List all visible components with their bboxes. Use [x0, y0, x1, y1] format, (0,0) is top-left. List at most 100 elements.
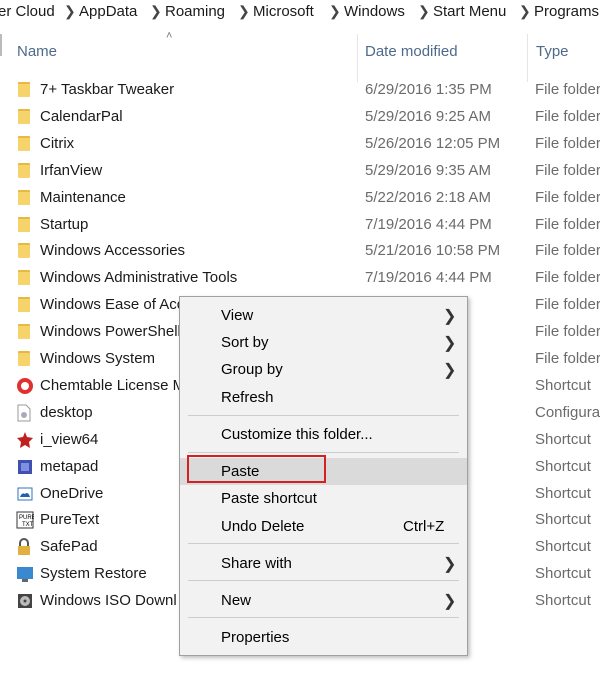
file-name: Windows PowerShell: [40, 323, 181, 341]
file-name: Windows Administrative Tools: [40, 269, 238, 287]
folder-icon: [18, 189, 30, 205]
file-row[interactable]: 7+ Taskbar Tweaker 6/29/2016 1:35 PM File …: [0, 76, 600, 103]
menu-item-properties[interactable]: Properties: [180, 624, 467, 651]
file-name: Startup: [40, 215, 89, 233]
menu-item-undo-delete[interactable]: Undo Delete Ctrl+Z: [180, 513, 467, 540]
menu-item-label: Properties: [221, 629, 290, 646]
file-type: File folder: [535, 81, 600, 98]
file-type: Shortcut: [535, 538, 591, 556]
file-type: Shortcut: [535, 484, 591, 502]
file-row[interactable]: IrfanView 5/29/2016 9:35 AM File folder: [0, 157, 600, 184]
breadcrumb-item-cloud[interactable]: er Cloud: [0, 3, 55, 20]
file-date-modified: 5/29/2016 9:25 AM: [365, 107, 491, 125]
column-header-name[interactable]: Name: [17, 43, 57, 60]
menu-item-new[interactable]: New ❯: [180, 587, 467, 614]
menu-item-view[interactable]: View ❯: [180, 302, 467, 329]
column-header-date[interactable]: Date modified: [365, 43, 458, 60]
file-date-modified: 7/19/2016 4:44 PM: [365, 215, 492, 233]
file-name: Windows Accessories: [40, 242, 186, 260]
file-name: Maintenance: [40, 188, 126, 206]
menu-item-share-with[interactable]: Share with ❯: [180, 550, 467, 577]
sort-ascending-icon: ˄: [166, 30, 173, 42]
puretext-icon: PURE TXT: [16, 511, 36, 529]
chemtable-icon: [16, 377, 34, 394]
menu-item-label: New: [221, 592, 252, 609]
menu-item-sort-by[interactable]: Sort by ❯: [180, 329, 467, 356]
file-row[interactable]: CalendarPal 5/29/2016 9:25 AM File folder: [0, 103, 600, 130]
disc-icon: [16, 592, 34, 609]
menu-item-paste-shortcut[interactable]: Paste shortcut: [180, 485, 467, 512]
submenu-arrow-icon: ❯: [443, 556, 457, 573]
file-type: Shortcut: [535, 457, 591, 475]
menu-item-group-by[interactable]: Group by ❯: [180, 356, 467, 383]
file-row[interactable]: Citrix 5/26/2016 12:05 PM File folder: [0, 130, 600, 157]
submenu-arrow-icon: ❯: [443, 362, 457, 379]
file-type: Shortcut: [535, 592, 591, 610]
breadcrumb: er Cloud ❯ AppData ❯ Roaming ❯ Microsoft…: [0, 0, 600, 24]
file-type: File folder: [535, 134, 600, 152]
folder-icon: [18, 82, 30, 97]
menu-item-label: Share with: [221, 555, 292, 572]
breadcrumb-item-windows[interactable]: Windows: [344, 3, 405, 20]
file-row[interactable]: Windows Accessories 5/21/2016 10:58 PM Fil…: [0, 237, 600, 264]
submenu-arrow-icon: ❯: [443, 308, 457, 325]
chevron-right-icon[interactable]: ❯: [329, 3, 341, 20]
menu-separator: [188, 580, 459, 581]
file-name: 7+ Taskbar Tweaker: [40, 81, 175, 98]
file-name: Windows System: [40, 350, 156, 367]
file-type: File folder: [535, 107, 600, 125]
breadcrumb-item-start-menu[interactable]: Start Menu: [433, 3, 506, 20]
menu-item-label: View: [221, 307, 254, 324]
folder-icon: [18, 297, 30, 313]
column-header-type[interactable]: Type: [536, 43, 569, 60]
column-divider[interactable]: [357, 34, 358, 82]
keyboard-shortcut: Ctrl+Z: [403, 518, 445, 535]
metapad-icon: [16, 458, 34, 474]
header-left-edge: [0, 34, 2, 56]
breadcrumb-item-roaming[interactable]: Roaming: [165, 3, 225, 20]
chevron-right-icon[interactable]: ❯: [150, 3, 162, 20]
chevron-right-icon[interactable]: ❯: [519, 3, 531, 20]
submenu-arrow-icon: ❯: [443, 593, 457, 610]
file-name: IrfanView: [40, 161, 103, 179]
file-type: File folder: [535, 350, 600, 367]
breadcrumb-item-microsoft[interactable]: Microsoft: [253, 3, 314, 20]
file-type: Shortcut: [535, 565, 591, 583]
file-row[interactable]: Windows Administrative Tools 7/19/2016 4:…: [0, 264, 600, 291]
menu-item-refresh[interactable]: Refresh: [180, 384, 467, 411]
file-date-modified: 6/29/2016 1:35 PM: [365, 81, 492, 98]
folder-icon: [18, 270, 30, 286]
folder-icon: [18, 324, 30, 340]
breadcrumb-item-appdata[interactable]: AppData: [79, 3, 137, 20]
file-type: Shortcut: [535, 430, 591, 448]
menu-separator: [188, 452, 459, 453]
menu-item-label: Sort by: [221, 334, 269, 351]
config-file-icon: [16, 404, 34, 422]
menu-separator: [188, 617, 459, 618]
file-type: Shortcut: [535, 376, 591, 394]
file-name: OneDrive: [40, 484, 104, 502]
chevron-right-icon[interactable]: ❯: [418, 3, 430, 20]
file-name: CalendarPal: [40, 107, 123, 125]
file-type: File folder: [535, 323, 600, 341]
folder-icon: [18, 216, 30, 232]
breadcrumb-item-programs[interactable]: Programs: [534, 3, 599, 20]
file-date-modified: 5/26/2016 12:05 PM: [365, 134, 501, 152]
chevron-right-icon[interactable]: ❯: [238, 3, 250, 20]
menu-separator: [188, 543, 459, 544]
file-row[interactable]: Maintenance 5/22/2016 2:18 AM File folder: [0, 184, 600, 211]
file-row[interactable]: Startup 7/19/2016 4:44 PM File folder: [0, 211, 600, 238]
onedrive-icon: [16, 485, 34, 501]
file-name: Windows ISO Downl: [40, 592, 177, 610]
folder-icon: [18, 351, 30, 366]
menu-item-customize-folder[interactable]: Customize this folder...: [180, 421, 467, 448]
chevron-right-icon[interactable]: ❯: [64, 3, 76, 20]
submenu-arrow-icon: ❯: [443, 335, 457, 352]
file-name: metapad: [40, 457, 99, 475]
file-type: Shortcut: [535, 511, 591, 529]
folder-icon: [18, 135, 30, 151]
column-divider[interactable]: [527, 34, 528, 82]
system-restore-icon: [16, 565, 34, 583]
column-header-bar: ˄ Name Date modified Type: [0, 24, 600, 82]
file-type: File folder: [535, 215, 600, 233]
